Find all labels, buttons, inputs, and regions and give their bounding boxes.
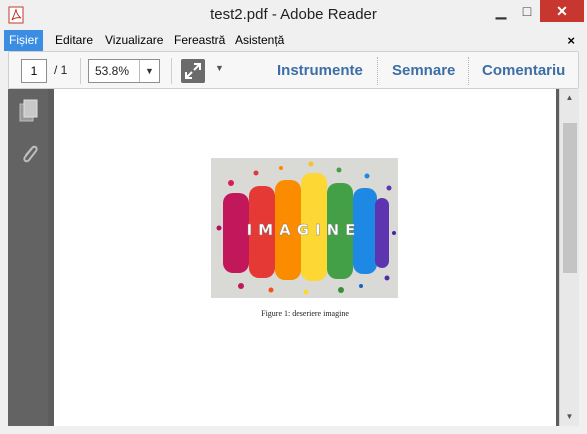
figure-word: IMAGINE — [247, 221, 362, 239]
sign-button[interactable]: Semnare — [392, 62, 455, 79]
menu-bar: Fișier Editare Vizualizare Fereastră Asi… — [0, 30, 587, 51]
toolbar-divider — [80, 58, 81, 84]
close-document-icon[interactable]: × — [567, 30, 575, 51]
toolbar-divider — [171, 58, 172, 84]
page-total: / 1 — [54, 63, 68, 77]
menu-view[interactable]: Vizualizare — [100, 30, 168, 51]
rainbow-image: IMAGINE — [211, 158, 398, 298]
pdf-page: IMAGINE Figure 1: deseriere imagine — [54, 89, 556, 426]
chevron-down-icon[interactable]: ▼ — [139, 60, 159, 82]
tools-button[interactable]: Instrumente — [277, 62, 363, 79]
toolbar-divider — [377, 57, 378, 85]
more-tools-icon[interactable]: ▼ — [215, 63, 224, 73]
close-button[interactable]: ✕ — [540, 0, 584, 22]
toolbar-divider — [468, 57, 469, 85]
zoom-value: 53.8% — [95, 64, 130, 78]
toolbar: / 1 53.8% ▼ ▼ Instrumente Semnare Coment… — [8, 51, 579, 89]
scroll-thumb[interactable] — [563, 123, 577, 273]
page-number-input[interactable] — [21, 59, 47, 83]
minimize-button[interactable]: ▁ — [488, 0, 514, 22]
page-thumbnails-icon[interactable] — [18, 99, 40, 123]
menu-window[interactable]: Fereastră — [169, 30, 230, 51]
vertical-scrollbar[interactable]: ▲ ▼ — [559, 89, 579, 426]
figure-image: IMAGINE — [211, 158, 398, 298]
menu-file[interactable]: Fișier — [4, 30, 44, 51]
fit-page-icon[interactable] — [181, 59, 205, 83]
attachment-icon[interactable] — [18, 141, 40, 167]
menu-help[interactable]: Asistență — [230, 30, 289, 51]
comment-button[interactable]: Comentariu — [482, 62, 565, 79]
scroll-up-icon[interactable]: ▲ — [560, 89, 579, 107]
zoom-select[interactable]: 53.8% ▼ — [88, 59, 160, 83]
document-viewer[interactable]: IMAGINE Figure 1: deseriere imagine — [48, 89, 559, 426]
navigation-panel — [8, 89, 48, 426]
status-strip — [0, 426, 587, 434]
menu-edit[interactable]: Editare — [50, 30, 98, 51]
maximize-button[interactable]: □ — [514, 0, 540, 22]
title-bar: test2.pdf - Adobe Reader ▁ □ ✕ — [0, 0, 587, 30]
scroll-down-icon[interactable]: ▼ — [560, 408, 579, 426]
figure-caption: Figure 1: deseriere imagine — [261, 309, 349, 318]
